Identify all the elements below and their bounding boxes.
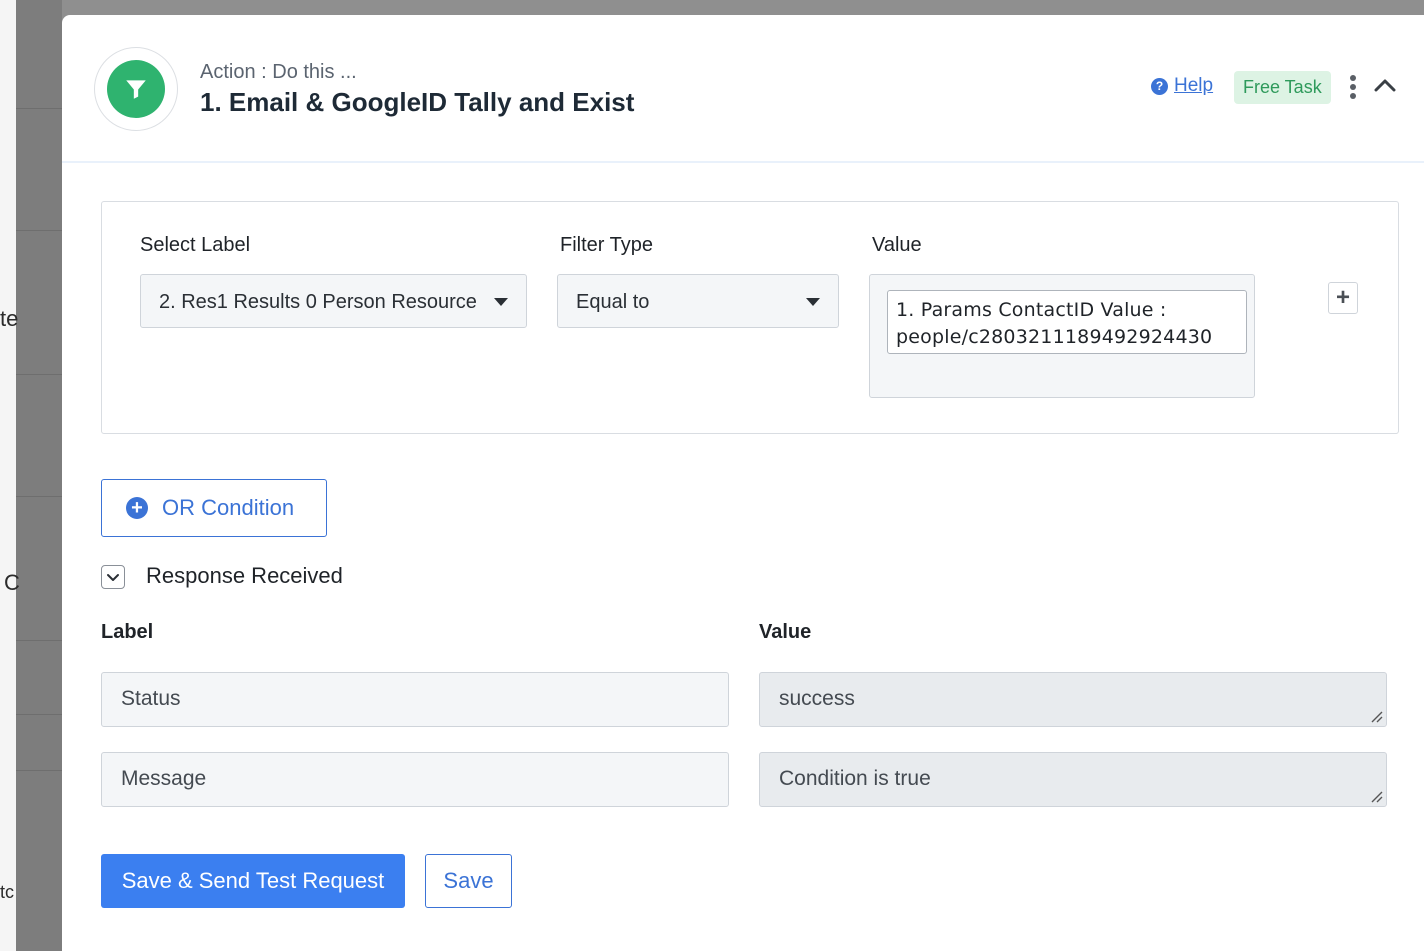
response-value-text: Condition is true bbox=[779, 767, 931, 790]
value-field[interactable]: 1. Params ContactID Value : people/c2803… bbox=[869, 274, 1255, 398]
question-circle-icon: ? bbox=[1151, 77, 1168, 95]
chevron-up-icon[interactable] bbox=[1374, 77, 1396, 98]
background-text-fragment: tc bbox=[0, 882, 15, 902]
or-condition-button[interactable]: + OR Condition bbox=[101, 479, 327, 537]
background-divider bbox=[16, 770, 62, 771]
background-app: te C tc bbox=[0, 0, 62, 951]
task-type-badge: Free Task bbox=[1234, 71, 1331, 104]
value-heading: Value bbox=[872, 234, 922, 256]
response-label-field[interactable]: Status bbox=[101, 672, 729, 727]
help-label: Help bbox=[1174, 75, 1214, 96]
filter-icon bbox=[107, 60, 165, 118]
action-subtitle: Action : Do this ... bbox=[200, 61, 357, 83]
background-divider bbox=[16, 108, 62, 109]
action-icon-badge bbox=[94, 47, 178, 131]
filter-type-dropdown[interactable]: Equal to bbox=[557, 274, 839, 328]
action-panel: Action : Do this ... 1. Email & GoogleID… bbox=[62, 15, 1424, 951]
plus-circle-icon: + bbox=[126, 497, 148, 519]
plus-icon: + bbox=[1335, 284, 1350, 311]
value-line: 1. Params ContactID Value : bbox=[896, 299, 1167, 321]
select-label-dropdown[interactable]: 2. Res1 Results 0 Person Resource bbox=[140, 274, 527, 328]
background-divider bbox=[16, 714, 62, 715]
caret-down-icon bbox=[806, 298, 820, 306]
value-token[interactable]: 1. Params ContactID Value : people/c2803… bbox=[887, 290, 1247, 354]
add-condition-button[interactable]: + bbox=[1328, 282, 1358, 314]
background-text-fragment: C bbox=[4, 570, 20, 595]
background-edge bbox=[0, 0, 16, 951]
caret-down-icon bbox=[494, 298, 508, 306]
background-divider bbox=[16, 374, 62, 375]
or-condition-label: OR Condition bbox=[162, 495, 295, 520]
background-divider bbox=[16, 230, 62, 231]
response-value-heading: Value bbox=[759, 621, 812, 643]
resize-grip-icon[interactable] bbox=[1369, 789, 1383, 803]
value-line: people/c2803211189492924430 bbox=[896, 326, 1213, 348]
response-value-field[interactable]: success bbox=[759, 672, 1387, 727]
filter-type-value: Equal to bbox=[576, 291, 650, 313]
background-text-fragment: te bbox=[0, 306, 19, 331]
save-button[interactable]: Save bbox=[425, 854, 512, 908]
action-header: Action : Do this ... 1. Email & GoogleID… bbox=[62, 15, 1424, 163]
filter-condition-box: Select Label Filter Type Value 2. Res1 R… bbox=[101, 201, 1399, 434]
response-title: Response Received bbox=[146, 563, 343, 588]
response-value-text: success bbox=[779, 687, 855, 710]
help-link[interactable]: ? Help bbox=[1151, 75, 1213, 97]
save-and-send-test-button[interactable]: Save & Send Test Request bbox=[101, 854, 405, 908]
chevron-down-icon bbox=[107, 574, 119, 581]
background-divider bbox=[16, 496, 62, 497]
background-divider bbox=[16, 640, 62, 641]
select-label-value: 2. Res1 Results 0 Person Resource bbox=[159, 291, 477, 313]
resize-grip-icon[interactable] bbox=[1369, 709, 1383, 723]
filter-type-heading: Filter Type bbox=[560, 234, 653, 256]
select-label-heading: Select Label bbox=[140, 234, 251, 256]
action-title: 1. Email & GoogleID Tally and Exist bbox=[200, 87, 635, 117]
response-label-heading: Label bbox=[101, 621, 154, 643]
response-value-field[interactable]: Condition is true bbox=[759, 752, 1387, 807]
response-toggle[interactable] bbox=[101, 565, 125, 589]
response-label-field[interactable]: Message bbox=[101, 752, 729, 807]
more-options-icon[interactable] bbox=[1346, 75, 1360, 103]
